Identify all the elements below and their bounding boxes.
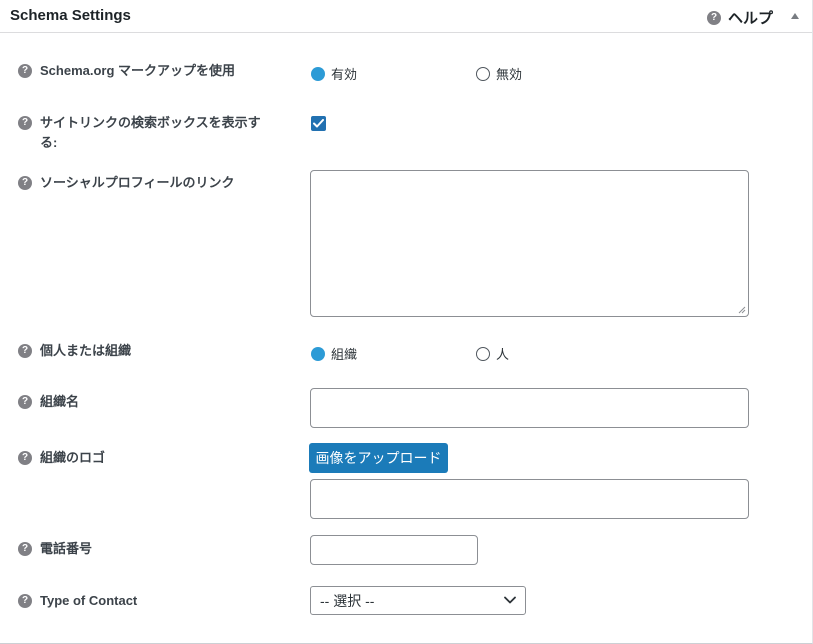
phone-label-text: 電話番号 xyxy=(40,541,93,556)
radio-markup-enabled-label: 有効 xyxy=(331,67,358,82)
person-org-label-text: 個人または組織 xyxy=(40,343,132,358)
radio-markup-disabled-label: 無効 xyxy=(496,67,523,82)
collapse-arrow-icon[interactable] xyxy=(791,13,799,19)
checkmark-icon xyxy=(313,119,324,128)
social-links-textarea[interactable] xyxy=(310,170,749,317)
question-icon: ? xyxy=(18,176,32,190)
panel-header: Schema Settings ? ヘルプ xyxy=(0,0,812,33)
radio-organization[interactable]: 組織 xyxy=(311,344,357,363)
radio-selected-icon xyxy=(311,346,325,361)
radio-person[interactable]: 人 xyxy=(476,344,509,363)
phone-label: ? 電話番号 xyxy=(18,539,92,559)
org-name-label-text: 組織名 xyxy=(40,394,80,409)
help-icon: ? xyxy=(707,10,721,25)
sitelinks-label-line2: る: xyxy=(40,135,58,150)
radio-selected-icon xyxy=(311,66,325,81)
phone-input[interactable] xyxy=(310,535,478,565)
question-icon: ? xyxy=(18,542,32,556)
contact-type-selected-value: -- 選択 -- xyxy=(320,592,375,609)
org-logo-url-input[interactable] xyxy=(310,479,749,519)
question-icon: ? xyxy=(18,395,32,409)
org-logo-label-text: 組織のロゴ xyxy=(40,450,106,465)
radio-markup-disabled[interactable]: 無効 xyxy=(476,64,522,83)
radio-organization-label: 組織 xyxy=(331,347,358,362)
question-icon: ? xyxy=(18,451,32,465)
schema-settings-panel: Schema Settings ? ヘルプ ? Schema.org マークアッ… xyxy=(0,0,813,644)
help-label: ヘルプ xyxy=(728,10,774,27)
contact-type-label: ? Type of Contact xyxy=(18,591,137,611)
radio-markup-enabled[interactable]: 有効 xyxy=(311,64,357,83)
panel-title: Schema Settings xyxy=(10,7,131,24)
question-icon: ? xyxy=(18,344,32,358)
sitelinks-label: ? サイトリンクの検索ボックスを表示す る: xyxy=(18,113,261,153)
markup-label-text: Schema.org マークアップを使用 xyxy=(40,63,236,78)
contact-type-select[interactable]: -- 選択 -- xyxy=(310,586,526,615)
radio-person-label: 人 xyxy=(496,347,510,362)
radio-unselected-icon xyxy=(476,346,490,361)
question-icon: ? xyxy=(18,594,32,608)
markup-label: ? Schema.org マークアップを使用 xyxy=(18,61,235,81)
contact-type-label-text: Type of Contact xyxy=(40,593,138,608)
org-name-label: ? 組織名 xyxy=(18,392,79,412)
radio-unselected-icon xyxy=(476,66,490,81)
sitelinks-checkbox[interactable] xyxy=(311,116,326,131)
social-label-text: ソーシャルプロフィールのリンク xyxy=(40,175,235,190)
sitelinks-label-line1: サイトリンクの検索ボックスを表示す xyxy=(40,115,261,130)
question-icon: ? xyxy=(18,64,32,78)
help-link[interactable]: ? ヘルプ xyxy=(707,7,773,28)
question-icon: ? xyxy=(18,116,32,130)
social-label: ? ソーシャルプロフィールのリンク xyxy=(18,173,234,193)
sitelinks-label-text: サイトリンクの検索ボックスを表示す る: xyxy=(40,113,261,153)
resize-grip-icon[interactable] xyxy=(738,306,746,314)
org-name-input[interactable] xyxy=(310,388,749,428)
org-logo-label: ? 組織のロゴ xyxy=(18,448,105,468)
upload-image-button[interactable]: 画像をアップロード xyxy=(309,443,448,473)
person-org-label: ? 個人または組織 xyxy=(18,341,131,361)
chevron-down-icon xyxy=(504,596,516,604)
